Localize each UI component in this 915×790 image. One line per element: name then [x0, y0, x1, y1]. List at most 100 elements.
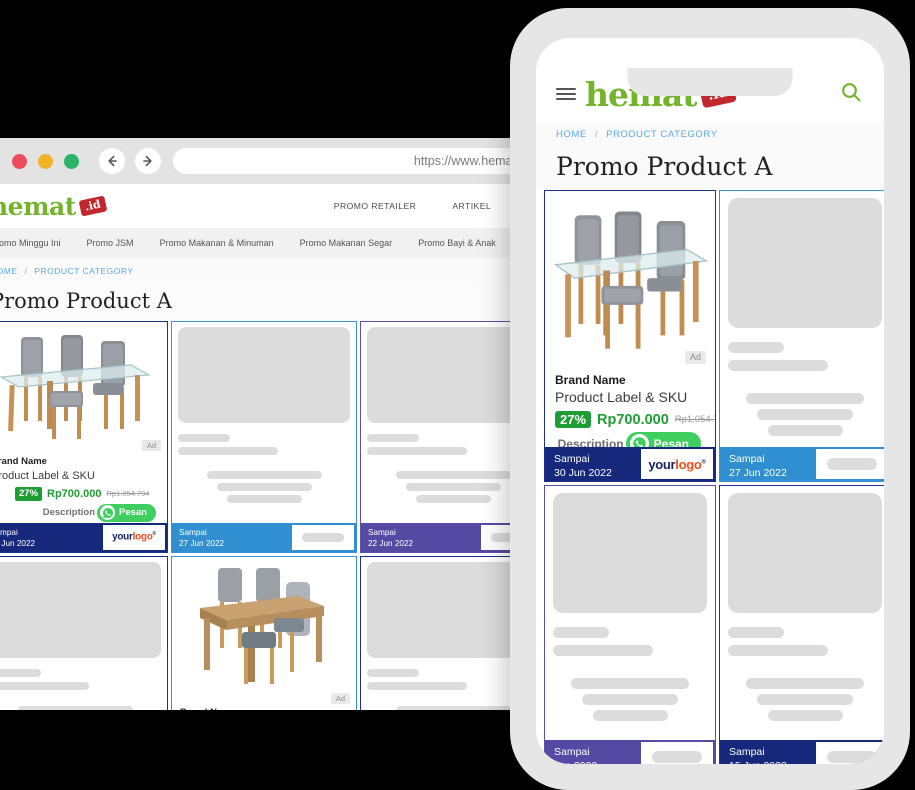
text-placeholder — [553, 645, 653, 656]
card-footer: Sampai 27 Jun 2022 — [720, 447, 884, 481]
mobile-phone-frame: hemat .id HOME / PRODUCT CATEGORY Promo … — [510, 8, 910, 790]
address-bar[interactable]: https://www.hemat — [173, 148, 526, 174]
product-image: Ad — [174, 559, 354, 707]
card-expiry-label: Sampai — [729, 453, 765, 465]
whatsapp-glyph — [632, 437, 646, 447]
top-nav-item-promo-retailer[interactable]: PROMO RETAILER — [334, 201, 417, 211]
order-whatsapp-button[interactable]: Pesan — [625, 432, 701, 447]
category-nav-item-promo-minggu-ini[interactable]: Promo Minggu Ini — [0, 238, 61, 248]
mobile-screen: hemat .id HOME / PRODUCT CATEGORY Promo … — [536, 38, 884, 764]
card-expiry: Sampai 27 Jun 2022 — [172, 523, 292, 552]
breadcrumb-home[interactable]: HOME — [0, 266, 18, 276]
price-row: 27% Rp700.000 Rp1.054.794 — [555, 411, 715, 429]
product-card-skeleton[interactable]: Sampai 15 Jun 2022 — [719, 485, 884, 764]
order-button-label: Pesan — [653, 436, 689, 447]
minimize-window-button[interactable] — [38, 153, 53, 169]
product-card-featured-secondary[interactable]: Ad Brand Name — [171, 556, 357, 710]
back-button[interactable] — [99, 148, 125, 174]
product-card-skeleton[interactable]: Sampai Jun 2022 — [544, 485, 716, 764]
product-card-body — [720, 486, 884, 740]
card-expiry-label: Sampai — [554, 453, 590, 465]
order-whatsapp-button[interactable]: Pesan — [97, 503, 156, 522]
advertiser-logo-placeholder — [816, 449, 884, 479]
dining-set-glass-table-image — [553, 210, 709, 349]
card-footer: Sampai 30 Jun 2022 yourlogo® — [0, 523, 167, 552]
advertiser-logo-placeholder — [641, 742, 713, 764]
category-nav-item-promo-makanan-minuman[interactable]: Promo Makanan & Minuman — [160, 238, 274, 248]
breadcrumb-separator: / — [24, 266, 28, 276]
description-label: Description — [557, 436, 624, 447]
text-placeholder — [178, 447, 278, 455]
card-footer: Sampai 30 Jun 2022 yourlogo® — [545, 447, 715, 481]
card-expiry: Sampai 22 Jun 2022 — [361, 523, 481, 552]
ad-badge: Ad — [684, 351, 706, 364]
product-card-body: Ad Brand Name Product Label & SKU 27% Rp… — [545, 191, 715, 447]
product-brand: Brand Name — [555, 373, 626, 387]
text-placeholder-block — [172, 471, 356, 503]
category-nav: Promo Minggu Ini Promo JSM Promo Makanan… — [0, 228, 540, 258]
site-logo[interactable]: hemat .id — [0, 191, 107, 221]
text-placeholder — [553, 627, 609, 638]
product-image: Ad — [0, 324, 165, 454]
order-button-label: Pesan — [119, 507, 147, 519]
product-card-featured[interactable]: Ad Brand Name Product Label & SKU 27% Rp… — [544, 190, 716, 482]
category-nav-item-promo-makanan-segar[interactable]: Promo Makanan Segar — [300, 238, 393, 248]
browser-chrome: https://www.hemat — [0, 138, 540, 184]
text-placeholder — [0, 682, 89, 690]
dining-set-wood-table-image — [200, 568, 324, 684]
product-card-featured[interactable]: Ad Brand Name Product Label & SKU 27% Rp… — [0, 321, 168, 553]
description-row: Description Pesan — [0, 503, 167, 522]
logo-tag-badge: .id — [78, 195, 107, 217]
advertiser-logo-part-a: your — [112, 531, 133, 543]
browser-nav-buttons — [99, 148, 161, 174]
page-title: Promo Product A — [0, 284, 540, 321]
product-card-body: Ad Brand Name — [172, 557, 356, 710]
product-card-body — [720, 191, 884, 447]
card-footer: Sampai Jun 2022 — [545, 740, 715, 764]
category-nav-item-promo-jsm[interactable]: Promo JSM — [87, 238, 134, 248]
card-expiry-date: 30 Jun 2022 — [554, 467, 612, 480]
image-placeholder — [728, 493, 882, 613]
product-info: Brand Name Product Label & SKU 27% Rp700… — [545, 369, 715, 447]
current-price: Rp700.000 — [47, 487, 102, 500]
product-card-skeleton[interactable]: Sampai 27 Jun 2022 — [719, 190, 884, 482]
logo-wordmark: hemat — [0, 191, 76, 221]
text-placeholder — [367, 447, 467, 455]
maximize-window-button[interactable] — [64, 153, 79, 169]
search-icon[interactable] — [840, 81, 862, 108]
card-expiry-label: Sampai — [729, 746, 765, 758]
card-expiry-label: Sampai — [179, 528, 207, 537]
text-placeholder — [728, 627, 784, 638]
whatsapp-glyph — [102, 507, 113, 518]
desktop-product-grid: Ad Brand Name Product Label & SKU 27% Rp… — [0, 321, 540, 710]
window-traffic-lights — [12, 153, 79, 169]
mobile-breadcrumb-home[interactable]: HOME — [556, 129, 587, 140]
dining-set-glass-table-image — [0, 335, 151, 439]
ad-badge: Ad — [330, 692, 350, 704]
advertiser-logo-placeholder — [816, 742, 884, 764]
category-nav-item-promo-bayi-anak[interactable]: Promo Bayi & Anak — [418, 238, 496, 248]
breadcrumb-current[interactable]: PRODUCT CATEGORY — [34, 266, 133, 276]
card-expiry-date: 15 Jun 2022 — [729, 759, 816, 764]
mockup-stage: https://www.hemat hemat .id PROMO RETAIL… — [0, 0, 915, 790]
card-expiry: Sampai 15 Jun 2022 — [720, 740, 816, 764]
card-expiry-date: 27 Jun 2022 — [179, 538, 225, 548]
current-price: Rp700.000 — [597, 411, 669, 428]
mobile-breadcrumb-separator: / — [594, 128, 599, 140]
phone-notch — [627, 68, 793, 96]
card-expiry-label: Sampai — [554, 746, 590, 758]
whatsapp-icon — [100, 505, 115, 521]
mobile-product-grid: Ad Brand Name Product Label & SKU 27% Rp… — [536, 190, 884, 764]
top-nav-item-artikel[interactable]: ARTIKEL — [452, 201, 491, 211]
card-expiry: Sampai 27 Jun 2022 — [720, 447, 816, 481]
card-footer: Sampai 27 Jun 2022 — [172, 523, 356, 552]
mobile-breadcrumb-current[interactable]: PRODUCT CATEGORY — [606, 129, 717, 140]
image-placeholder — [728, 198, 882, 328]
card-expiry-date: 22 Jun 2022 — [368, 538, 414, 548]
product-card-skeleton[interactable] — [0, 556, 168, 710]
forward-button[interactable] — [135, 148, 161, 174]
discount-badge: 27% — [555, 411, 592, 429]
close-window-button[interactable] — [12, 153, 27, 169]
hamburger-menu-icon[interactable] — [556, 88, 576, 100]
product-card-skeleton[interactable]: Sampai 27 Jun 2022 — [171, 321, 357, 553]
